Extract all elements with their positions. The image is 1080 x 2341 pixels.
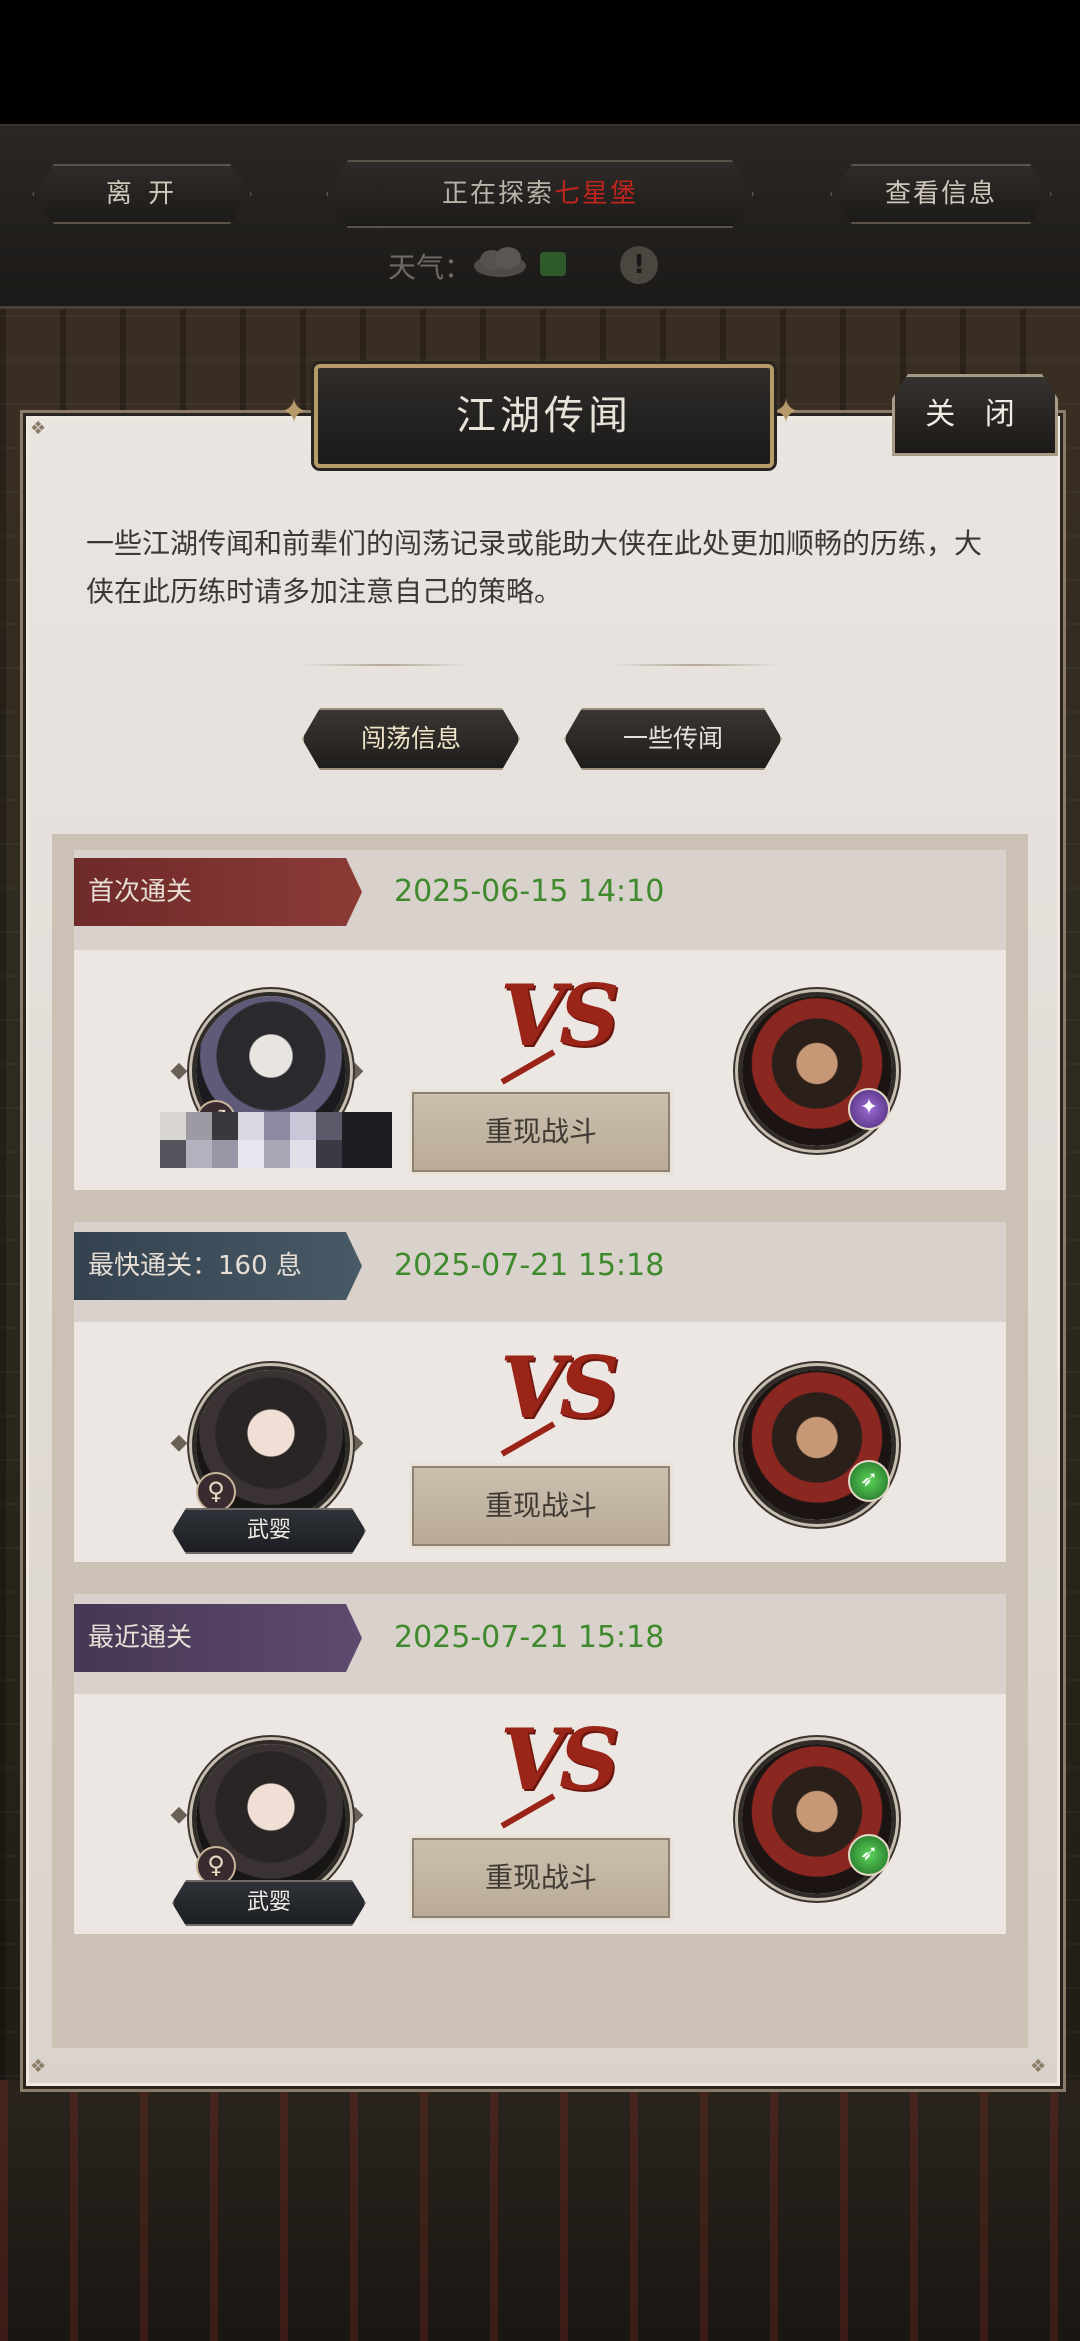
weather-info-icon[interactable]: !	[620, 246, 658, 284]
exploring-prefix: 正在探索	[441, 179, 554, 209]
weather-label: 天气：	[388, 251, 473, 284]
replay-battle-button[interactable]: 重现战斗	[412, 1092, 670, 1172]
divider-right	[610, 664, 780, 666]
corner-ornament-icon: ❖	[1030, 2056, 1047, 2077]
ornament-icon: ◆	[170, 1430, 188, 1455]
record-ribbon: 最近通关	[74, 1604, 362, 1672]
weather-status-icon	[540, 252, 566, 276]
record-ribbon: 最快通关：160 息	[74, 1232, 362, 1300]
replay-battle-button[interactable]: 重现战斗	[412, 1838, 670, 1918]
element-green-icon: ➶	[848, 1834, 890, 1876]
panel-description: 一些江湖传闻和前辈们的闯荡记录或能助大侠在此处更加顺畅的历练，大侠在此历练时请多…	[86, 527, 983, 608]
replay-battle-button[interactable]: 重现战斗	[412, 1466, 670, 1546]
corner-ornament-icon: ❖	[30, 2056, 47, 2077]
tab-rumors[interactable]: 一些传闻	[564, 708, 782, 770]
weather-row: 天气：	[388, 246, 472, 286]
close-button[interactable]: 关 闭	[892, 374, 1058, 456]
ornament-icon: ◆	[170, 1802, 188, 1827]
corner-ornament-icon: ❖	[30, 418, 47, 439]
element-purple-icon: ✦	[848, 1088, 890, 1130]
record-ribbon: 首次通关	[74, 858, 362, 926]
divider-left	[300, 664, 470, 666]
tab-adventure-info[interactable]: 闯荡信息	[302, 708, 520, 770]
leave-button[interactable]: 离 开	[32, 164, 252, 224]
player-name: 武婴	[172, 1880, 366, 1926]
exploring-location: 正在探索七星堡	[326, 160, 754, 228]
element-green-icon: ➶	[848, 1460, 890, 1502]
vs-label: VS	[500, 1338, 620, 1437]
title-ornament-left-icon: ✦	[279, 392, 309, 432]
gender-female-icon: ♀	[196, 1472, 236, 1512]
view-info-button[interactable]: 查看信息	[830, 164, 1052, 224]
ornament-icon: ◆	[170, 1058, 188, 1083]
player-name: 武婴	[172, 1508, 366, 1554]
record-date: 2025-07-21 15:18	[394, 1620, 665, 1655]
record-date: 2025-06-15 14:10	[394, 874, 665, 909]
vs-label: VS	[500, 966, 620, 1065]
vs-label: VS	[500, 1710, 620, 1809]
location-name: 七星堡	[554, 179, 639, 209]
panel-title: 江湖传闻	[314, 364, 774, 468]
cloud-icon	[474, 247, 526, 277]
background-floor	[0, 2080, 1080, 2341]
record-date: 2025-07-21 15:18	[394, 1248, 665, 1283]
